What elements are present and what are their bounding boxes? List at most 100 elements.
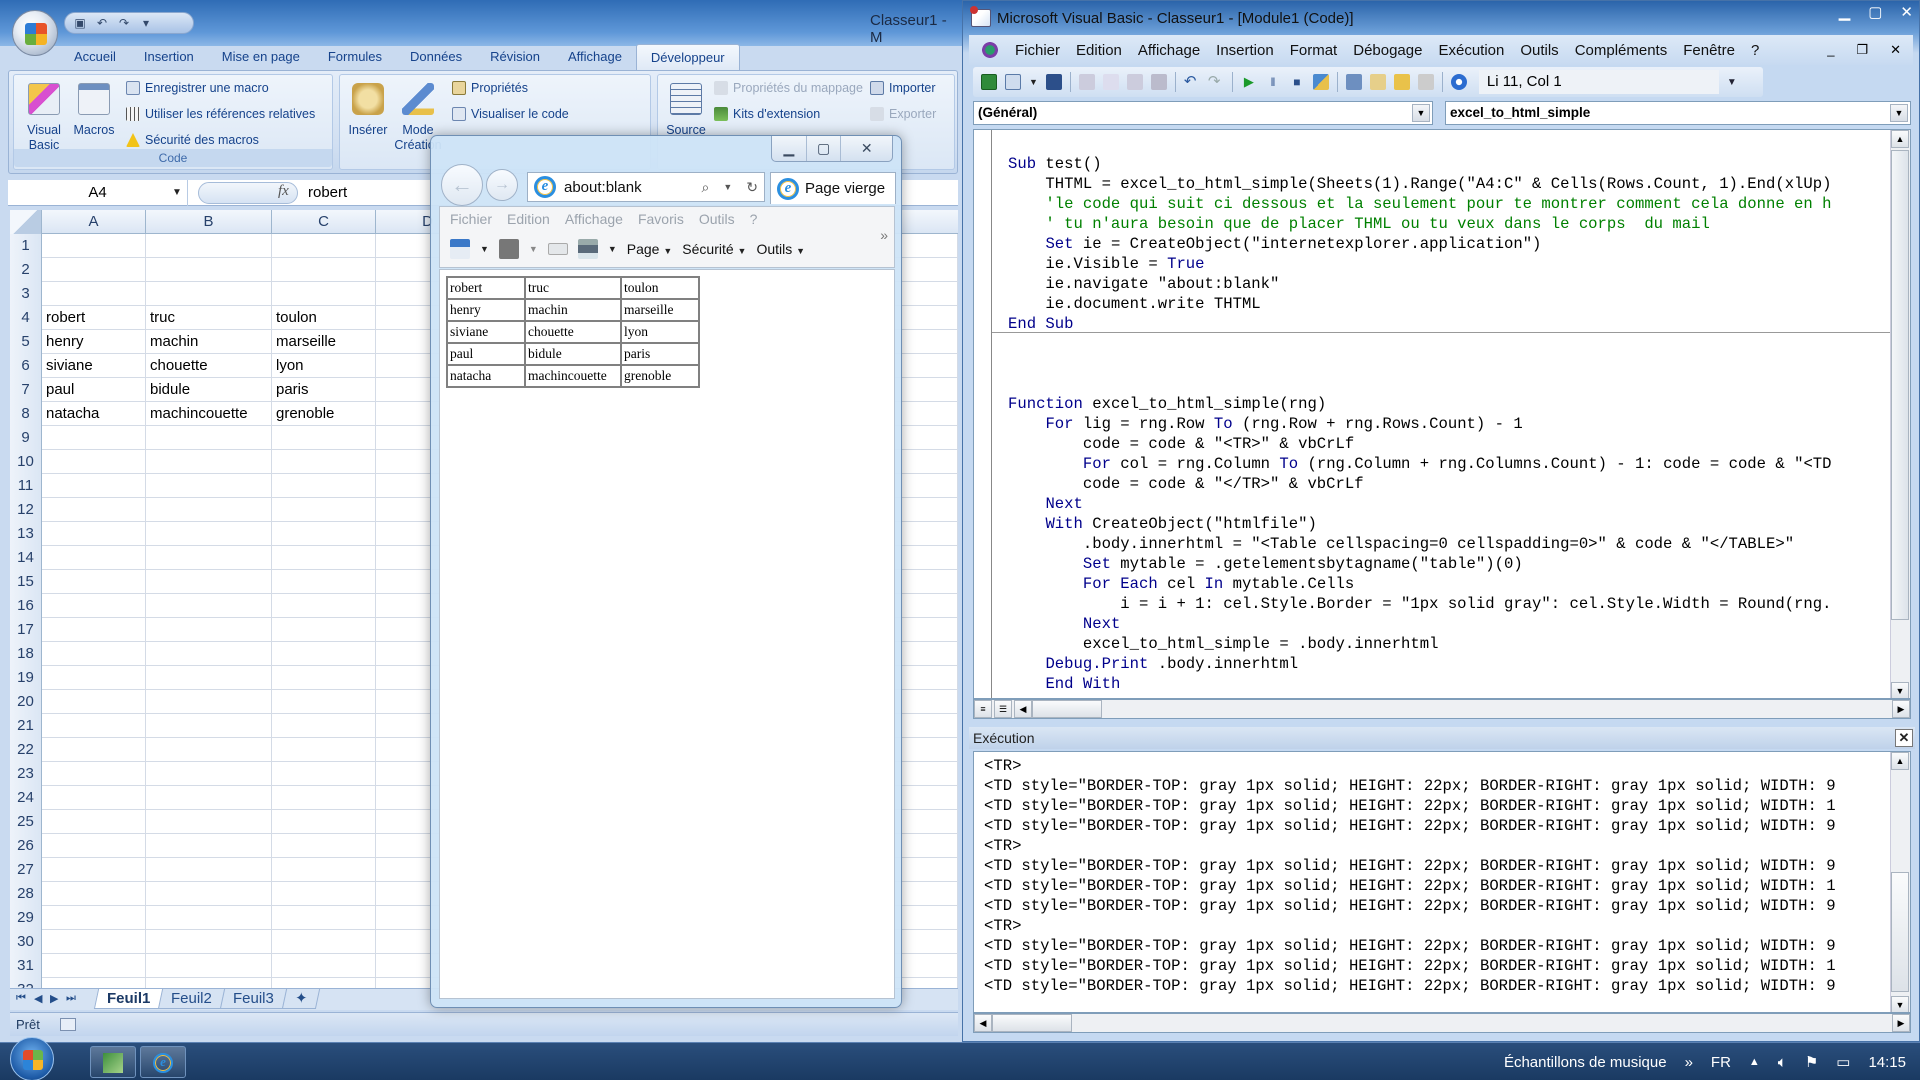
minimize-button[interactable]: ▁ bbox=[1839, 3, 1851, 21]
cell[interactable] bbox=[42, 930, 146, 954]
scroll-right-icon[interactable]: ▶ bbox=[1892, 700, 1910, 718]
cell[interactable] bbox=[146, 666, 272, 690]
menu-fenetre[interactable]: Fenêtre bbox=[1675, 42, 1743, 59]
cell[interactable] bbox=[272, 594, 376, 618]
row-header[interactable]: 14 bbox=[10, 546, 42, 570]
row-header[interactable]: 31 bbox=[10, 954, 42, 978]
row-header[interactable]: 11 bbox=[10, 474, 42, 498]
cell[interactable] bbox=[272, 738, 376, 762]
row-header[interactable]: 21 bbox=[10, 714, 42, 738]
row-header[interactable]: 20 bbox=[10, 690, 42, 714]
cell[interactable] bbox=[42, 954, 146, 978]
row-header[interactable]: 25 bbox=[10, 810, 42, 834]
record-macro-button[interactable]: Enregistrer une macro bbox=[126, 81, 269, 95]
menu-affichage[interactable]: Affichage bbox=[565, 211, 623, 227]
cell[interactable] bbox=[272, 618, 376, 642]
select-all-button[interactable] bbox=[10, 210, 42, 234]
first-sheet-icon[interactable]: ⏮ bbox=[16, 992, 26, 1005]
cell[interactable] bbox=[146, 762, 272, 786]
cell[interactable] bbox=[272, 810, 376, 834]
vertical-scrollbar[interactable]: ▲ ▼ bbox=[1890, 130, 1910, 698]
tab-insertion[interactable]: Insertion bbox=[130, 44, 208, 70]
cell[interactable] bbox=[42, 618, 146, 642]
cell[interactable] bbox=[272, 282, 376, 306]
cell[interactable]: grenoble bbox=[272, 402, 376, 426]
row-header[interactable]: 16 bbox=[10, 594, 42, 618]
cell[interactable] bbox=[272, 882, 376, 906]
cell[interactable] bbox=[42, 234, 146, 258]
cell[interactable] bbox=[272, 954, 376, 978]
chevron-down-icon[interactable]: ▼ bbox=[529, 244, 538, 254]
toolbar-options-icon[interactable]: ▼ bbox=[1727, 77, 1737, 88]
row-header[interactable]: 13 bbox=[10, 522, 42, 546]
cell[interactable] bbox=[146, 426, 272, 450]
menu-help[interactable]: ? bbox=[750, 211, 758, 227]
horizontal-scrollbar[interactable]: ◀ ▶ bbox=[973, 1013, 1911, 1033]
security-menu[interactable]: Sécurité ▼ bbox=[682, 241, 746, 257]
row-header[interactable]: 6 bbox=[10, 354, 42, 378]
cell[interactable] bbox=[146, 594, 272, 618]
menu-outils[interactable]: Outils bbox=[699, 211, 735, 227]
cell[interactable] bbox=[272, 834, 376, 858]
cell[interactable] bbox=[42, 474, 146, 498]
scroll-up-icon[interactable]: ▲ bbox=[1891, 130, 1909, 148]
chevron-down-icon[interactable]: ▼ bbox=[1412, 104, 1430, 122]
tab-accueil[interactable]: Accueil bbox=[60, 44, 130, 70]
map-properties-button[interactable]: Propriétés du mappage bbox=[714, 81, 863, 95]
undo-icon[interactable]: ↶ bbox=[1184, 74, 1200, 90]
object-browser-icon[interactable] bbox=[1393, 74, 1410, 90]
cell[interactable]: machin bbox=[146, 330, 272, 354]
page-menu[interactable]: Page ▼ bbox=[627, 241, 673, 257]
stop-icon[interactable]: ■ bbox=[1289, 74, 1305, 90]
close-icon[interactable]: ✕ bbox=[1895, 729, 1913, 747]
last-sheet-icon[interactable]: ⏭ bbox=[66, 992, 76, 1005]
macros-button[interactable]: Macros bbox=[70, 81, 118, 138]
menu-fichier[interactable]: Fichier bbox=[450, 211, 492, 227]
tab-revision[interactable]: Révision bbox=[476, 44, 554, 70]
help-icon[interactable] bbox=[1450, 74, 1467, 90]
cell[interactable] bbox=[146, 498, 272, 522]
row-header[interactable]: 26 bbox=[10, 834, 42, 858]
mdi-minimize-button[interactable]: _ bbox=[1827, 42, 1834, 58]
cell[interactable] bbox=[272, 474, 376, 498]
menu-insertion[interactable]: Insertion bbox=[1208, 42, 1282, 59]
column-header-b[interactable]: B bbox=[146, 210, 272, 234]
row-header[interactable]: 8 bbox=[10, 402, 42, 426]
action-center-flag-icon[interactable]: ⚑ bbox=[1805, 1053, 1818, 1071]
row-header[interactable]: 9 bbox=[10, 426, 42, 450]
scrollbar-thumb[interactable] bbox=[1891, 150, 1909, 620]
cell[interactable]: siviane bbox=[42, 354, 146, 378]
save-icon[interactable]: ▣ bbox=[73, 16, 87, 30]
volume-icon[interactable]: 🔈︎ bbox=[1778, 1054, 1787, 1071]
cell[interactable] bbox=[272, 906, 376, 930]
close-button[interactable]: ✕ bbox=[841, 136, 892, 161]
find-icon[interactable] bbox=[1150, 74, 1167, 90]
cell[interactable] bbox=[272, 258, 376, 282]
cell[interactable] bbox=[272, 762, 376, 786]
forward-button[interactable]: → bbox=[486, 169, 518, 201]
properties-window-icon[interactable] bbox=[1369, 74, 1386, 90]
chevron-down-icon[interactable]: ▼ bbox=[1890, 104, 1908, 122]
macro-security-button[interactable]: Sécurité des macros bbox=[126, 133, 259, 147]
cell[interactable] bbox=[146, 786, 272, 810]
cell[interactable] bbox=[146, 282, 272, 306]
row-header[interactable]: 15 bbox=[10, 570, 42, 594]
insert-sheet-button[interactable]: ✦ bbox=[281, 989, 321, 1009]
cell[interactable]: robert bbox=[42, 306, 146, 330]
cell[interactable] bbox=[42, 546, 146, 570]
row-header[interactable]: 7 bbox=[10, 378, 42, 402]
menu-outils[interactable]: Outils bbox=[1512, 42, 1566, 59]
tab-affichage[interactable]: Affichage bbox=[554, 44, 636, 70]
cell[interactable] bbox=[272, 546, 376, 570]
cell[interactable] bbox=[42, 978, 146, 988]
redo-icon[interactable]: ↷ bbox=[117, 16, 131, 30]
address-bar[interactable]: e about:blank ⌕ ▼ ↻ bbox=[527, 172, 765, 202]
name-box[interactable]: A4 bbox=[8, 180, 188, 206]
cell[interactable] bbox=[272, 522, 376, 546]
refresh-icon[interactable]: ↻ bbox=[746, 179, 758, 196]
column-header-c[interactable]: C bbox=[272, 210, 376, 234]
cell[interactable] bbox=[146, 234, 272, 258]
cell[interactable] bbox=[42, 282, 146, 306]
sheet-tab-feuil2[interactable]: Feuil2 bbox=[157, 989, 225, 1009]
cell[interactable] bbox=[272, 690, 376, 714]
